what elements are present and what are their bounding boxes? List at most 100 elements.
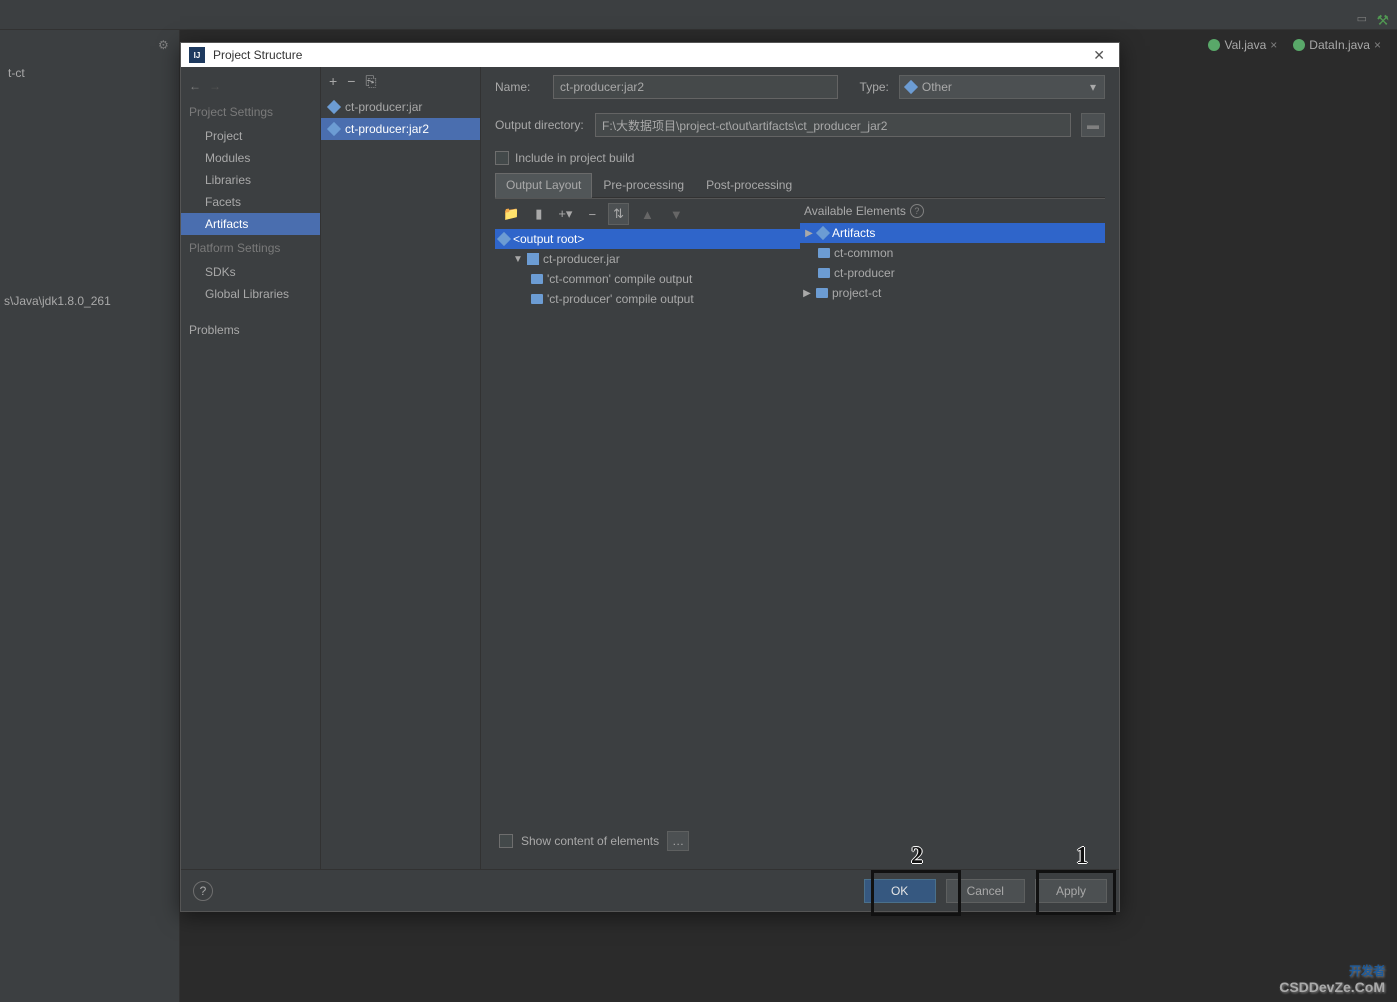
artifact-label: ct-producer:jar2 <box>345 122 429 136</box>
close-icon[interactable]: × <box>1374 38 1381 52</box>
show-content-label: Show content of elements <box>521 834 659 848</box>
tree-label: ct-producer <box>834 266 895 280</box>
tab-datain-java[interactable]: DataIn.java × <box>1287 36 1387 54</box>
available-label-text: Available Elements <box>804 204 906 218</box>
project-settings-header: Project Settings <box>181 99 320 125</box>
artifact-icon <box>497 232 511 246</box>
type-dropdown[interactable]: Other <box>899 75 1105 99</box>
name-input[interactable] <box>553 75 838 99</box>
artifact-list-panel: + − ⎘ ct-producer:jar ct-producer:jar2 <box>321 67 481 869</box>
ellipsis-button[interactable]: … <box>667 831 689 851</box>
module-icon <box>816 288 828 298</box>
move-down-icon[interactable]: ▼ <box>666 205 687 224</box>
tree-label: Artifacts <box>832 226 875 240</box>
ok-button[interactable]: OK <box>864 879 936 903</box>
sort-icon[interactable]: ⇅ <box>608 203 629 225</box>
build-icon[interactable]: ⚒ <box>1376 12 1389 29</box>
sidebar-modules[interactable]: Modules <box>181 147 320 169</box>
tab-pre-processing[interactable]: Pre-processing <box>592 173 695 197</box>
annotation-number-2: 2 <box>911 843 923 870</box>
tree-ct-producer[interactable]: ct-producer <box>800 263 1105 283</box>
artifact-item-jar1[interactable]: ct-producer:jar <box>321 96 480 118</box>
platform-settings-header: Platform Settings <box>181 235 320 261</box>
layout-tabs: Output Layout Pre-processing Post-proces… <box>495 173 1105 198</box>
new-archive-icon[interactable]: ▮ <box>531 204 546 224</box>
artifact-item-jar2[interactable]: ct-producer:jar2 <box>321 118 480 140</box>
help-icon[interactable]: ? <box>910 204 924 218</box>
tree-compile-output-2[interactable]: 'ct-producer' compile output <box>495 289 800 309</box>
available-elements-panel: Available Elements ? ▶ Artifacts ct-comm… <box>800 199 1105 821</box>
output-layout-panel: 📁 ▮ +▾ − ⇅ ▲ ▼ <output root> <box>495 199 800 821</box>
dropdown-value: Other <box>922 80 952 94</box>
cancel-button[interactable]: Cancel <box>946 879 1025 903</box>
tab-label: Val.java <box>1224 38 1266 52</box>
available-elements-header: Available Elements ? <box>800 199 1105 223</box>
watermark-line2: CSDDevZe.CoM <box>1279 980 1385 994</box>
java-class-icon <box>1293 39 1305 51</box>
include-build-label: Include in project build <box>515 151 634 165</box>
sidebar-problems[interactable]: Problems <box>181 319 320 341</box>
ide-toolbar: ▭ ⚒ <box>0 0 1397 30</box>
output-dir-label: Output directory: <box>495 118 585 132</box>
tab-val-java[interactable]: Val.java × <box>1202 36 1283 54</box>
close-button[interactable]: ✕ <box>1087 45 1111 66</box>
layout-toolbar: 📁 ▮ +▾ − ⇅ ▲ ▼ <box>495 199 800 229</box>
tree-label: ct-common <box>834 246 893 260</box>
sidebar-libraries[interactable]: Libraries <box>181 169 320 191</box>
module-icon <box>818 268 830 278</box>
remove-item-icon[interactable]: − <box>584 205 600 224</box>
add-icon[interactable]: + <box>329 73 337 90</box>
project-tree-item[interactable]: t-ct <box>0 62 179 84</box>
folder-icon <box>531 294 543 304</box>
apply-button[interactable]: Apply <box>1035 879 1107 903</box>
output-dir-input[interactable] <box>595 113 1071 137</box>
expander-icon[interactable]: ▶ <box>804 228 814 239</box>
settings-sidebar: ← → Project Settings Project Modules Lib… <box>181 67 321 869</box>
close-icon[interactable]: × <box>1270 38 1277 52</box>
artifact-icon <box>327 122 341 136</box>
name-label: Name: <box>495 80 543 94</box>
sidebar-artifacts[interactable]: Artifacts <box>181 213 320 235</box>
sidebar-sdks[interactable]: SDKs <box>181 261 320 283</box>
artifact-toolbar: + − ⎘ <box>321 67 480 96</box>
java-class-icon <box>1208 39 1220 51</box>
back-arrow-icon[interactable]: ← <box>189 79 201 93</box>
browse-folder-button[interactable]: ▬ <box>1081 113 1105 137</box>
sidebar-facets[interactable]: Facets <box>181 191 320 213</box>
tree-jar-item[interactable]: ▼ ct-producer.jar <box>495 249 800 269</box>
gear-icon[interactable]: ⚙ <box>158 38 174 54</box>
dialog-footer: ? OK Cancel Apply <box>181 869 1119 911</box>
watermark-line1: 开发者 <box>1349 964 1385 978</box>
sidebar-global-libraries[interactable]: Global Libraries <box>181 283 320 305</box>
editor-tabs-right: Val.java × DataIn.java × <box>1202 36 1387 54</box>
remove-icon[interactable]: − <box>347 73 355 90</box>
tab-output-layout[interactable]: Output Layout <box>495 173 592 198</box>
forward-arrow-icon[interactable]: → <box>209 79 221 93</box>
sidebar-project[interactable]: Project <box>181 125 320 147</box>
tab-post-processing[interactable]: Post-processing <box>695 173 803 197</box>
tab-label: DataIn.java <box>1309 38 1370 52</box>
include-build-checkbox[interactable] <box>495 151 509 165</box>
add-copy-icon[interactable]: +▾ <box>554 204 576 224</box>
type-label: Type: <box>860 80 889 94</box>
expander-icon[interactable]: ▶ <box>802 288 812 299</box>
tree-artifacts-root[interactable]: ▶ Artifacts <box>800 223 1105 243</box>
show-content-checkbox[interactable] <box>499 834 513 848</box>
tree-ct-common[interactable]: ct-common <box>800 243 1105 263</box>
move-up-icon[interactable]: ▲ <box>637 205 658 224</box>
window-icon[interactable]: ▭ <box>1357 12 1367 25</box>
expander-icon[interactable]: ▼ <box>513 254 523 265</box>
available-tree[interactable]: ▶ Artifacts ct-common ct-producer <box>800 223 1105 821</box>
output-tree[interactable]: <output root> ▼ ct-producer.jar 'ct-comm… <box>495 229 800 821</box>
tree-label: 'ct-producer' compile output <box>547 292 694 306</box>
tree-compile-output-1[interactable]: 'ct-common' compile output <box>495 269 800 289</box>
help-button[interactable]: ? <box>193 881 213 901</box>
dialog-titlebar: IJ Project Structure ✕ <box>181 43 1119 67</box>
tree-project-ct[interactable]: ▶ project-ct <box>800 283 1105 303</box>
artifact-icon <box>327 100 341 114</box>
artifact-icon <box>816 226 830 240</box>
tree-output-root[interactable]: <output root> <box>495 229 800 249</box>
dialog-title: Project Structure <box>213 48 1087 62</box>
new-folder-icon[interactable]: 📁 <box>499 204 523 224</box>
copy-icon[interactable]: ⎘ <box>365 73 376 90</box>
